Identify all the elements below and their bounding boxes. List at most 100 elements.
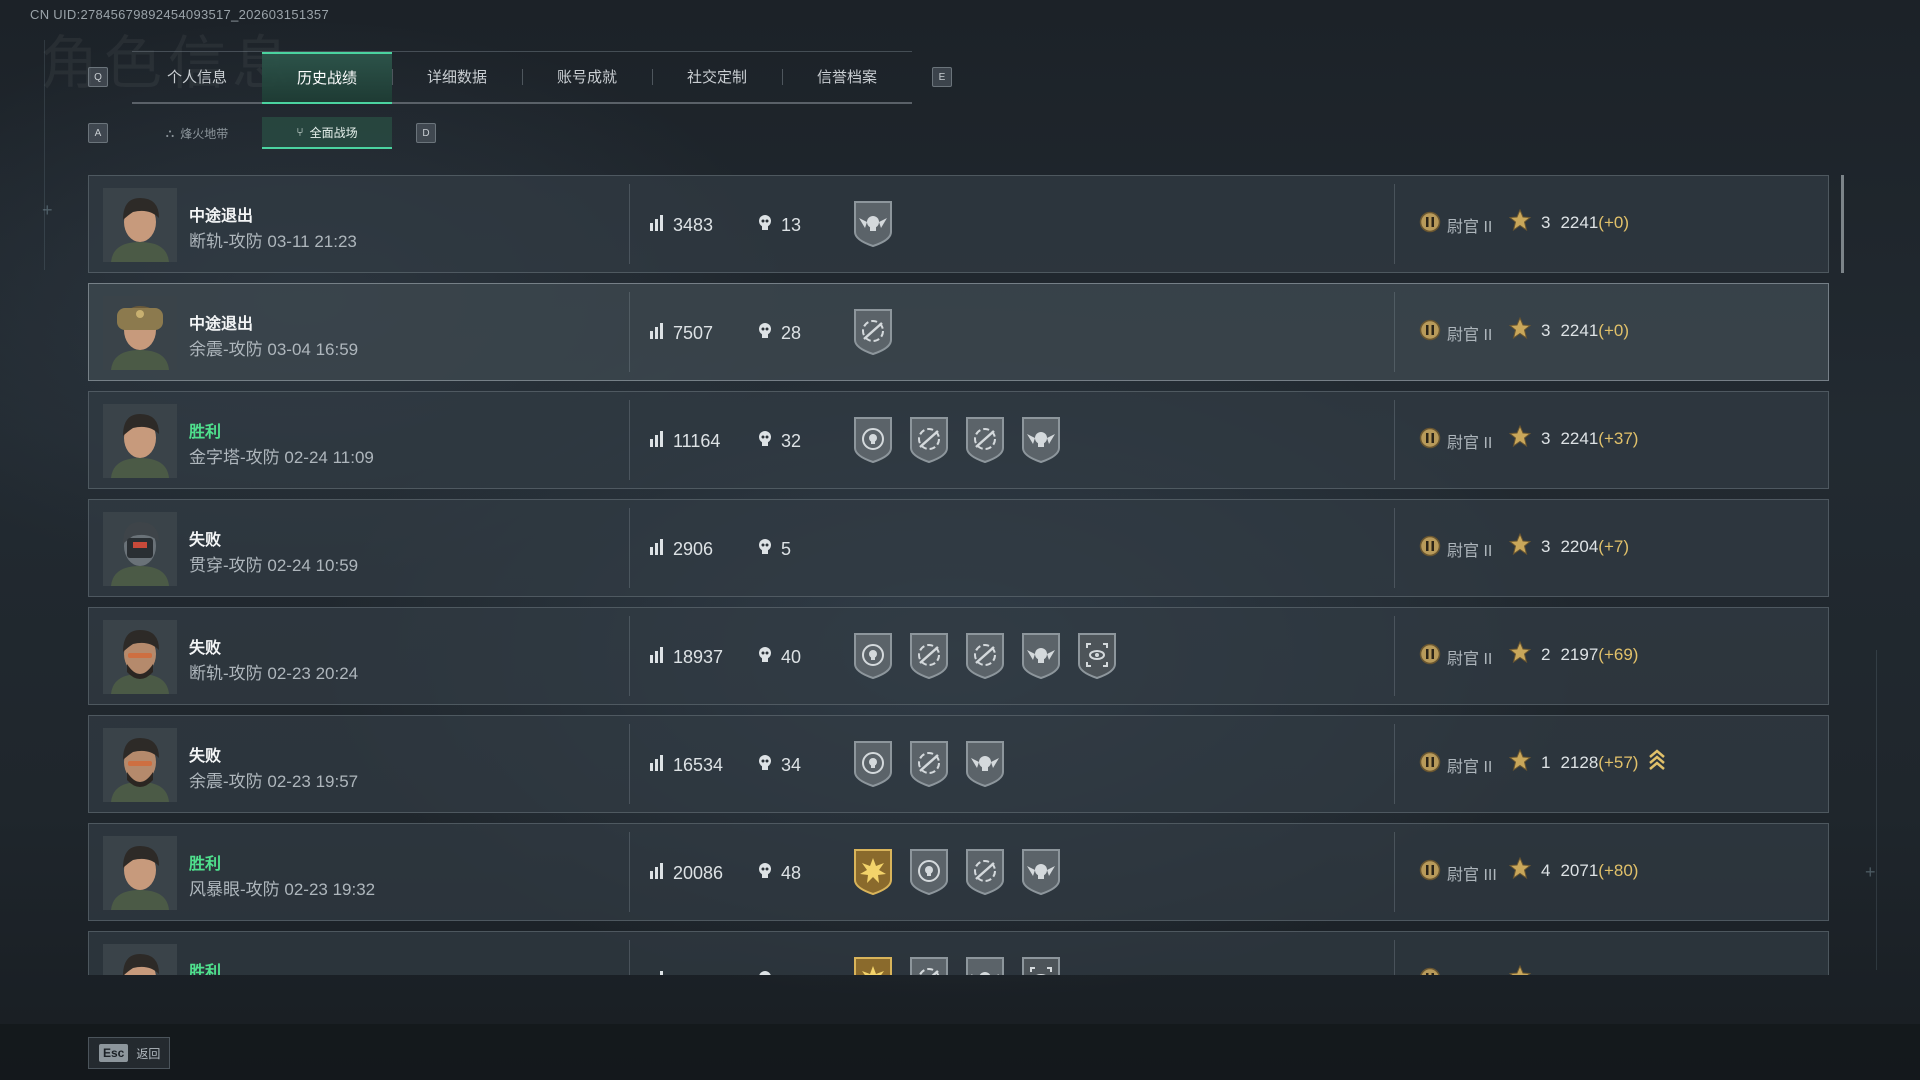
- rank-badge-icon: [1419, 535, 1441, 562]
- points-value: 2241: [1560, 320, 1599, 340]
- kills-value: 28: [781, 323, 802, 343]
- target-rifle-medal-icon[interactable]: [907, 630, 951, 685]
- bar-chart-icon: [649, 322, 665, 345]
- rank-info: 尉官 II: [1419, 211, 1492, 238]
- battlefield-icon: ⑂: [296, 125, 304, 139]
- subtab-1[interactable]: ⑂ 全面战场: [262, 117, 392, 149]
- rank-label: 尉官 II: [1447, 758, 1493, 776]
- bar-chart-icon: [649, 430, 665, 453]
- score-stat: 11164: [649, 430, 720, 453]
- match-result: 失败: [189, 532, 222, 549]
- rating-points: 2241(+0): [1560, 213, 1629, 233]
- star-icon: [1508, 964, 1532, 975]
- key-hint-next-subtab[interactable]: D: [416, 123, 436, 143]
- star-count: 4: [1541, 860, 1551, 880]
- tab-5[interactable]: 信誉档案: [782, 52, 912, 102]
- match-row[interactable]: 胜利 风暴眼-攻防 02-23 19:32 20086 48 尉官 III 4 2071(+…: [88, 823, 1829, 921]
- rank-info: 尉官 II: [1419, 643, 1492, 670]
- skull-target-medal-icon[interactable]: [851, 630, 895, 685]
- avatar: [103, 296, 177, 370]
- divider: [1394, 724, 1395, 804]
- deco-plus: +: [42, 200, 53, 220]
- target-rifle-medal-icon[interactable]: [963, 846, 1007, 901]
- star-icon: [1508, 532, 1532, 560]
- rating-info: 3 2204(+7): [1508, 532, 1630, 560]
- skull-wings-medal-icon[interactable]: [851, 198, 895, 253]
- subtab-label: 全面战场: [309, 125, 358, 140]
- tab-2[interactable]: 详细数据: [392, 52, 522, 102]
- target-rifle-medal-icon[interactable]: [907, 414, 951, 469]
- divider: [1394, 832, 1395, 912]
- divider: [629, 400, 630, 480]
- kills-stat: 28: [757, 322, 801, 345]
- skull-target-medal-icon[interactable]: [851, 414, 895, 469]
- match-result: 中途退出: [189, 208, 254, 225]
- match-result: 胜利: [189, 964, 222, 975]
- skull-wings-medal-icon[interactable]: [1019, 414, 1063, 469]
- rank-label: 尉官 II: [1447, 650, 1493, 668]
- target-rifle-medal-icon[interactable]: [907, 738, 951, 793]
- skull-icon: [757, 322, 773, 345]
- skull-wings-medal-icon[interactable]: [963, 954, 1007, 975]
- match-row[interactable]: 胜利: [88, 931, 1829, 975]
- tab-0[interactable]: 个人信息: [132, 52, 262, 102]
- tab-3[interactable]: 账号成就: [522, 52, 652, 102]
- match-map-time: 余震-攻防 03-04 16:59: [189, 340, 359, 359]
- divider: [1394, 616, 1395, 696]
- key-hint-prev-tab[interactable]: Q: [88, 67, 108, 87]
- key-hint-prev-subtab[interactable]: A: [88, 123, 108, 143]
- key-hint-next-tab[interactable]: E: [932, 67, 952, 87]
- skull-target-medal-icon[interactable]: [907, 846, 951, 901]
- score-value: 7507: [673, 323, 714, 343]
- star-icon: [1508, 856, 1532, 884]
- points-delta: (+7): [1598, 536, 1630, 556]
- target-rifle-medal-icon[interactable]: [851, 306, 895, 361]
- medal-list: [851, 198, 895, 253]
- rating-info: 2 2197(+69): [1508, 640, 1638, 668]
- avatar: [103, 512, 177, 586]
- tab-1[interactable]: 历史战绩: [262, 51, 392, 104]
- avatar: [103, 944, 177, 975]
- kills-value: 13: [781, 215, 802, 235]
- points-value: 2241: [1560, 212, 1599, 232]
- match-row[interactable]: 失败 余震-攻防 02-23 19:57 16534 34 尉官 II 1 2128(+57…: [88, 715, 1829, 813]
- gold-burst-medal-icon[interactable]: [851, 846, 895, 901]
- match-row[interactable]: 失败 贯穿-攻防 02-24 10:59 2906 5 尉官 II 3 2204(+7): [88, 499, 1829, 597]
- skull-wings-medal-icon[interactable]: [1019, 630, 1063, 685]
- scrollbar[interactable]: [1841, 175, 1844, 273]
- tab-4[interactable]: 社交定制: [652, 52, 782, 102]
- bar-chart-icon: [649, 754, 665, 777]
- skull-wings-medal-icon[interactable]: [963, 738, 1007, 793]
- match-row[interactable]: 中途退出 余震-攻防 03-04 16:59 7507 28 尉官 II 3 2241(+0…: [88, 283, 1829, 381]
- medal-list: [851, 846, 1063, 901]
- target-rifle-medal-icon[interactable]: [907, 954, 951, 975]
- kills-value: 40: [781, 647, 802, 667]
- gold-burst-medal-icon[interactable]: [851, 954, 895, 975]
- star-count: 3: [1541, 212, 1551, 232]
- eye-scope-medal-icon[interactable]: [1019, 954, 1063, 975]
- back-button[interactable]: Esc 返回: [88, 1037, 170, 1069]
- match-history-list[interactable]: 中途退出 断轨-攻防 03-11 21:23 3483 13 尉官 II 3 2241(+0…: [88, 175, 1831, 975]
- match-row[interactable]: 中途退出 断轨-攻防 03-11 21:23 3483 13 尉官 II 3 2241(+0…: [88, 175, 1829, 273]
- star-count: 2: [1541, 644, 1551, 664]
- star-icon: [1508, 748, 1532, 776]
- star-count: 1: [1541, 752, 1551, 772]
- rating-info: [1508, 964, 1551, 975]
- fire-zone-icon: ⛬: [165, 125, 175, 140]
- avatar: [103, 728, 177, 802]
- match-map-time: 断轨-攻防 02-23 20:24: [189, 664, 359, 683]
- rating-points: 2241(+0): [1560, 321, 1629, 341]
- skull-target-medal-icon[interactable]: [851, 738, 895, 793]
- bar-chart-icon: [649, 538, 665, 561]
- skull-wings-medal-icon[interactable]: [1019, 846, 1063, 901]
- match-row[interactable]: 胜利 金字塔-攻防 02-24 11:09 11164 32 尉官 II 3 2241(+3…: [88, 391, 1829, 489]
- eye-scope-medal-icon[interactable]: [1075, 630, 1119, 685]
- match-row[interactable]: 失败 断轨-攻防 02-23 20:24 18937 40 尉官 II 2 2197(+69…: [88, 607, 1829, 705]
- score-value: 20086: [673, 863, 724, 883]
- rank-up-chevrons-icon: [1648, 749, 1666, 776]
- rank-label: 尉官 II: [1447, 218, 1493, 236]
- target-rifle-medal-icon[interactable]: [963, 630, 1007, 685]
- points-delta: (+57): [1598, 752, 1639, 772]
- target-rifle-medal-icon[interactable]: [963, 414, 1007, 469]
- subtab-0[interactable]: ⛬ 烽火地带: [132, 117, 262, 149]
